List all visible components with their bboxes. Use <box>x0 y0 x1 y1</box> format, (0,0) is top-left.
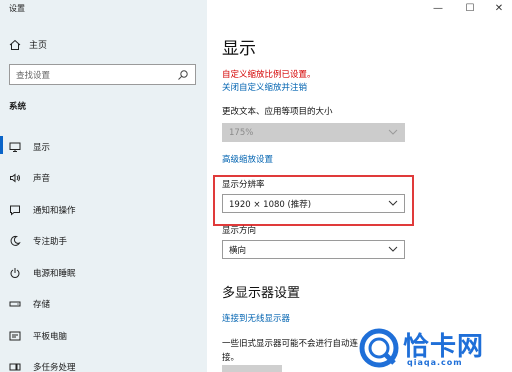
speaker-icon <box>9 172 21 184</box>
sidebar-item-multitasking[interactable]: 多任务处理 <box>0 352 207 372</box>
scale-value: 175% <box>229 127 254 138</box>
multitask-icon <box>9 361 21 372</box>
advanced-scaling-link[interactable]: 高级缩放设置 <box>222 153 273 165</box>
orientation-label: 显示方向 <box>222 226 257 236</box>
search-icon <box>177 69 189 81</box>
sidebar-item-label: 专注助手 <box>33 237 68 248</box>
sidebar-item-display[interactable]: 显示 <box>0 131 207 163</box>
moon-icon <box>9 235 21 247</box>
sidebar-nav: 显示 声音 通知和操作 专注助手 电源和睡眠 存储 平板电脑 多任务处理 <box>0 131 207 372</box>
power-icon <box>9 267 21 279</box>
multi-display-heading: 多显示器设置 <box>222 286 301 301</box>
sidebar-home[interactable]: 主页 <box>9 38 47 51</box>
sidebar-item-label: 声音 <box>33 174 51 185</box>
watermark-logo-icon <box>359 328 399 368</box>
orientation-dropdown[interactable]: 横向 <box>222 240 405 259</box>
home-icon <box>9 39 21 51</box>
legacy-display-note: 一些旧式显示器可能不会进行自动连接。 <box>222 339 359 363</box>
sidebar-home-label: 主页 <box>29 41 48 51</box>
sidebar-item-label: 多任务处理 <box>33 363 76 372</box>
sidebar: 设置 主页 查找设置 系统 显示 声音 通知和操作 专注助手 电源和睡眠 存储 … <box>0 0 207 372</box>
window-title: 设置 <box>9 4 25 13</box>
section-title: 系统 <box>9 102 27 112</box>
scaling-warning: 自定义缩放比例已设置。 <box>222 70 316 80</box>
wireless-display-link[interactable]: 连接到无线显示器 <box>222 312 290 324</box>
sidebar-item-label: 通知和操作 <box>33 205 76 216</box>
resolution-highlight-box <box>213 175 414 226</box>
turn-off-scaling-link[interactable]: 关闭自定义缩放并注销 <box>222 81 307 93</box>
sidebar-item-tablet[interactable]: 平板电脑 <box>0 320 207 352</box>
watermark-url: qiaqa.com <box>407 358 463 367</box>
page-title: 显示 <box>222 39 256 59</box>
tablet-icon <box>9 330 21 342</box>
main-panel: 显示 自定义缩放比例已设置。 关闭自定义缩放并注销 更改文本、应用等项目的大小 … <box>207 0 512 372</box>
scale-label: 更改文本、应用等项目的大小 <box>222 107 333 117</box>
notification-icon <box>9 204 21 216</box>
sidebar-item-label: 平板电脑 <box>33 331 68 342</box>
sidebar-item-focus-assist[interactable]: 专注助手 <box>0 226 207 258</box>
sidebar-item-storage[interactable]: 存储 <box>0 289 207 321</box>
sidebar-item-sound[interactable]: 声音 <box>0 163 207 195</box>
sidebar-item-label: 显示 <box>33 142 51 153</box>
sidebar-item-notifications[interactable]: 通知和操作 <box>0 194 207 226</box>
chevron-down-icon <box>388 245 398 255</box>
search-placeholder: 查找设置 <box>16 70 51 81</box>
sidebar-item-label: 存储 <box>33 300 51 311</box>
sidebar-item-power[interactable]: 电源和睡眠 <box>0 257 207 289</box>
watermark: 恰卡网 qiaqa.com <box>359 324 509 370</box>
monitor-icon <box>9 141 21 153</box>
storage-icon <box>9 298 21 310</box>
sidebar-item-label: 电源和睡眠 <box>33 268 76 279</box>
orientation-value: 横向 <box>229 245 247 256</box>
search-input[interactable]: 查找设置 <box>9 64 196 85</box>
scale-dropdown[interactable]: 175% <box>222 123 405 142</box>
detect-button[interactable] <box>222 365 282 372</box>
chevron-down-icon <box>388 128 398 138</box>
